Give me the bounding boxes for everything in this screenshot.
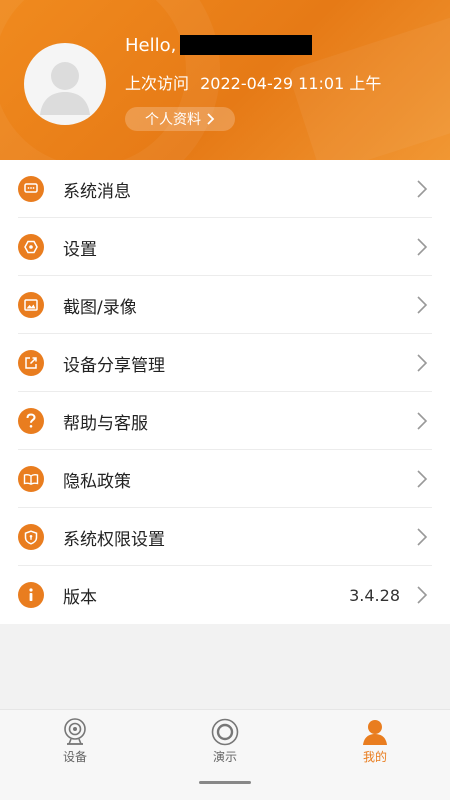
redacted-username bbox=[180, 35, 313, 55]
info-icon bbox=[18, 582, 44, 608]
help-icon bbox=[18, 408, 44, 434]
avatar[interactable] bbox=[24, 43, 106, 125]
menu-item-label: 设备分享管理 bbox=[63, 355, 165, 376]
menu-item-privacy[interactable]: 隐私政策 bbox=[0, 450, 450, 508]
menu-item-label: 截图/录像 bbox=[63, 297, 137, 318]
menu-item-screenshots[interactable]: 截图/录像 bbox=[0, 276, 450, 334]
profile-button-label: 个人资料 bbox=[145, 112, 201, 128]
default-avatar-icon bbox=[40, 62, 90, 115]
tab-devices[interactable]: 设备 bbox=[0, 710, 150, 775]
menu-item-settings[interactable]: 设置 bbox=[0, 218, 450, 276]
chevron-right-icon bbox=[417, 354, 428, 372]
settings-icon bbox=[18, 234, 44, 260]
menu-item-label: 设置 bbox=[63, 239, 97, 260]
demo-icon bbox=[211, 718, 239, 746]
profile-header: Hello, 上次访问 2022-04-29 11:01 上午 个人资料 bbox=[0, 0, 450, 160]
person-icon bbox=[362, 718, 388, 746]
book-icon bbox=[18, 466, 44, 492]
tab-label: 设备 bbox=[62, 750, 87, 764]
chevron-right-icon bbox=[417, 412, 428, 430]
shield-icon bbox=[18, 524, 44, 550]
profile-button[interactable]: 个人资料 bbox=[125, 107, 235, 131]
chevron-right-icon bbox=[417, 296, 428, 314]
greeting-text: Hello, bbox=[125, 34, 177, 56]
chevron-right-icon bbox=[417, 586, 428, 604]
tab-demo[interactable]: 演示 bbox=[150, 710, 300, 775]
menu-item-version[interactable]: 版本 3.4.28 bbox=[0, 566, 450, 624]
menu-item-system-messages[interactable]: 系统消息 bbox=[0, 160, 450, 218]
menu-item-device-share[interactable]: 设备分享管理 bbox=[0, 334, 450, 392]
menu-item-label: 帮助与客服 bbox=[63, 413, 148, 434]
chevron-right-icon bbox=[417, 180, 428, 198]
chevron-right-icon bbox=[417, 238, 428, 256]
camera-icon bbox=[63, 718, 87, 746]
image-icon bbox=[18, 292, 44, 318]
settings-menu: 系统消息 设置 截图/录像 设备分享管理 帮助与客服 隐私政策 系统权限设置 版… bbox=[0, 160, 450, 624]
version-number: 3.4.28 bbox=[349, 585, 400, 605]
chevron-right-icon bbox=[417, 528, 428, 546]
menu-item-label: 版本 bbox=[63, 587, 97, 608]
menu-item-permissions[interactable]: 系统权限设置 bbox=[0, 508, 450, 566]
greeting: Hello, bbox=[125, 33, 313, 57]
menu-item-label: 系统消息 bbox=[63, 181, 131, 202]
menu-item-label: 隐私政策 bbox=[63, 471, 131, 492]
home-indicator[interactable] bbox=[199, 781, 251, 784]
menu-item-label: 系统权限设置 bbox=[63, 529, 165, 550]
tab-label: 演示 bbox=[212, 750, 237, 764]
chevron-right-icon bbox=[207, 113, 215, 125]
tab-mine[interactable]: 我的 bbox=[300, 710, 450, 775]
last-visit-label: 上次访问 bbox=[125, 74, 190, 93]
last-visit-time: 2022-04-29 11:01 上午 bbox=[200, 74, 382, 93]
last-visit: 上次访问 2022-04-29 11:01 上午 bbox=[125, 70, 381, 94]
message-icon bbox=[18, 176, 44, 202]
bottom-navigation: 设备 演示 我的 bbox=[0, 709, 450, 800]
menu-item-help[interactable]: 帮助与客服 bbox=[0, 392, 450, 450]
chevron-right-icon bbox=[417, 470, 428, 488]
tab-label: 我的 bbox=[362, 750, 387, 764]
share-icon bbox=[18, 350, 44, 376]
